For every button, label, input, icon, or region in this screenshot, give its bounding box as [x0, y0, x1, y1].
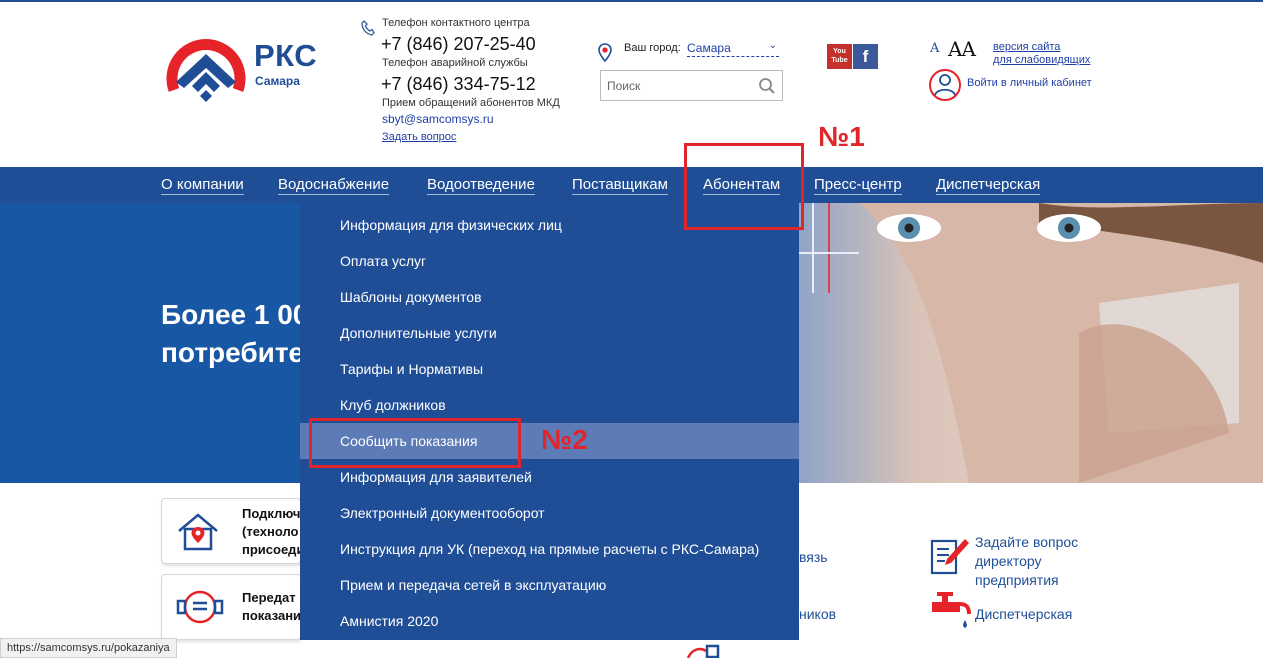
- water-meter-icon: [176, 590, 224, 624]
- nav-suppliers[interactable]: Поставщикам: [572, 176, 668, 195]
- logo-mark-icon: [166, 39, 246, 102]
- tile-meter-readings[interactable]: Передат показани: [161, 574, 301, 640]
- menu-item-amnesty[interactable]: Амнистия 2020: [300, 603, 799, 639]
- top-accent-line: [0, 0, 1263, 2]
- menu-item-edm[interactable]: Электронный документооборот: [300, 495, 799, 531]
- emergency-phone[interactable]: +7 (846) 334-75-12: [381, 74, 536, 95]
- hero-headline-line1: Более 1 00: [161, 299, 309, 330]
- phone-icon: [361, 20, 375, 36]
- dispatch-link[interactable]: Диспетчерская: [975, 605, 1072, 624]
- youtube-icon[interactable]: You Tube: [827, 44, 852, 69]
- house-pin-icon: [178, 513, 218, 551]
- nav-dispatch[interactable]: Диспетчерская: [936, 176, 1041, 195]
- partial-arrow-icon: [686, 644, 720, 658]
- main-navbar: О компании Водоснабжение Водоотведение П…: [0, 167, 1263, 203]
- nav-water-disposal[interactable]: Водоотведение: [427, 176, 535, 195]
- contact-center-phone[interactable]: +7 (846) 207-25-40: [381, 34, 536, 55]
- annotation-label-1: №1: [818, 121, 865, 152]
- chevron-down-icon: ⌄: [768, 40, 777, 51]
- contact-center-label: Телефон контактного центра: [382, 17, 530, 29]
- hero-headline: Более 1 00 потребите: [161, 296, 308, 372]
- email-link[interactable]: sbyt@samcomsys.ru: [382, 112, 494, 126]
- nav-water-supply[interactable]: Водоснабжение: [278, 176, 390, 195]
- ask-director-line2: директору: [975, 553, 1042, 569]
- accessibility-link-line1: версия сайта: [993, 41, 1061, 53]
- menu-item-document-templates[interactable]: Шаблоны документов: [300, 279, 799, 315]
- nav-press-center[interactable]: Пресс-центр: [814, 176, 902, 195]
- ask-director-line1: Задайте вопрос: [975, 534, 1079, 550]
- youtube-text-bottom: Tube: [831, 57, 848, 64]
- city-name: Самара: [687, 41, 731, 55]
- nav-about[interactable]: О компании: [161, 176, 244, 195]
- logo-subtitle: Самара: [255, 74, 300, 88]
- tile-connection[interactable]: Подключ (техноло присоеди: [161, 498, 304, 564]
- user-avatar-icon[interactable]: [928, 68, 962, 102]
- logo-title: РКС: [254, 38, 318, 73]
- emergency-label: Телефон аварийной службы: [382, 57, 528, 69]
- debtors-link-partial[interactable]: ников: [799, 606, 836, 622]
- accessibility-link-line2: для слабовидящих: [993, 54, 1091, 66]
- tile-meter-readings-text: Передат показани: [242, 589, 301, 625]
- status-bar-url: https://samcomsys.ru/pokazaniya: [0, 638, 177, 658]
- menu-item-additional-services[interactable]: Дополнительные услуги: [300, 315, 799, 351]
- edit-document-icon: [930, 539, 969, 575]
- annotation-box-2: [309, 418, 521, 468]
- hero-woman-drinking-image: [799, 203, 1263, 483]
- tile-meter-readings-line1: Передат: [242, 590, 296, 605]
- youtube-text-top: You: [833, 48, 846, 55]
- personal-cabinet-link[interactable]: Войти в личный кабинет: [967, 77, 1092, 89]
- mkd-label: Прием обращений абонентов МКД: [382, 97, 560, 109]
- city-value[interactable]: Самара ⌄: [687, 40, 779, 57]
- accessibility-version-link[interactable]: версия сайта для слабовидящих: [993, 41, 1090, 67]
- location-pin-icon: [598, 43, 612, 63]
- logo[interactable]: РКС Самара: [166, 26, 336, 106]
- annotation-label-2: №2: [541, 424, 588, 455]
- ask-director-link[interactable]: Задайте вопрос директору предприятия: [975, 533, 1078, 590]
- water-tap-icon: [932, 592, 971, 628]
- tile-connection-text: Подключ (техноло присоеди: [242, 505, 304, 559]
- search-input[interactable]: [601, 71, 751, 100]
- font-size-small-button[interactable]: A: [930, 41, 939, 56]
- hero-headline-line2: потребите: [161, 337, 305, 368]
- tile-connection-line2: (техноло: [242, 524, 299, 539]
- hero-photo: [799, 203, 1263, 483]
- menu-item-networks-transfer[interactable]: Прием и передача сетей в эксплуатацию: [300, 567, 799, 603]
- menu-item-uk-instruction[interactable]: Инструкция для УК (переход на прямые рас…: [300, 531, 799, 567]
- facebook-icon[interactable]: f: [853, 44, 878, 69]
- annotation-box-1: [684, 143, 804, 230]
- tile-connection-line3: присоеди: [242, 542, 305, 557]
- font-size-large-button[interactable]: AA: [948, 37, 976, 61]
- tile-connection-line1: Подключ: [242, 506, 301, 521]
- ask-question-link[interactable]: Задать вопрос: [382, 131, 456, 143]
- city-label: Ваш город:: [624, 42, 681, 54]
- menu-item-payment[interactable]: Оплата услуг: [300, 243, 799, 279]
- feedback-link-partial[interactable]: вязь: [799, 549, 828, 565]
- tile-meter-readings-line2: показани: [242, 608, 302, 623]
- search-icon[interactable]: [758, 77, 776, 95]
- menu-item-tariffs[interactable]: Тарифы и Нормативы: [300, 351, 799, 387]
- ask-director-line3: предприятия: [975, 572, 1059, 588]
- search-box: [600, 70, 783, 101]
